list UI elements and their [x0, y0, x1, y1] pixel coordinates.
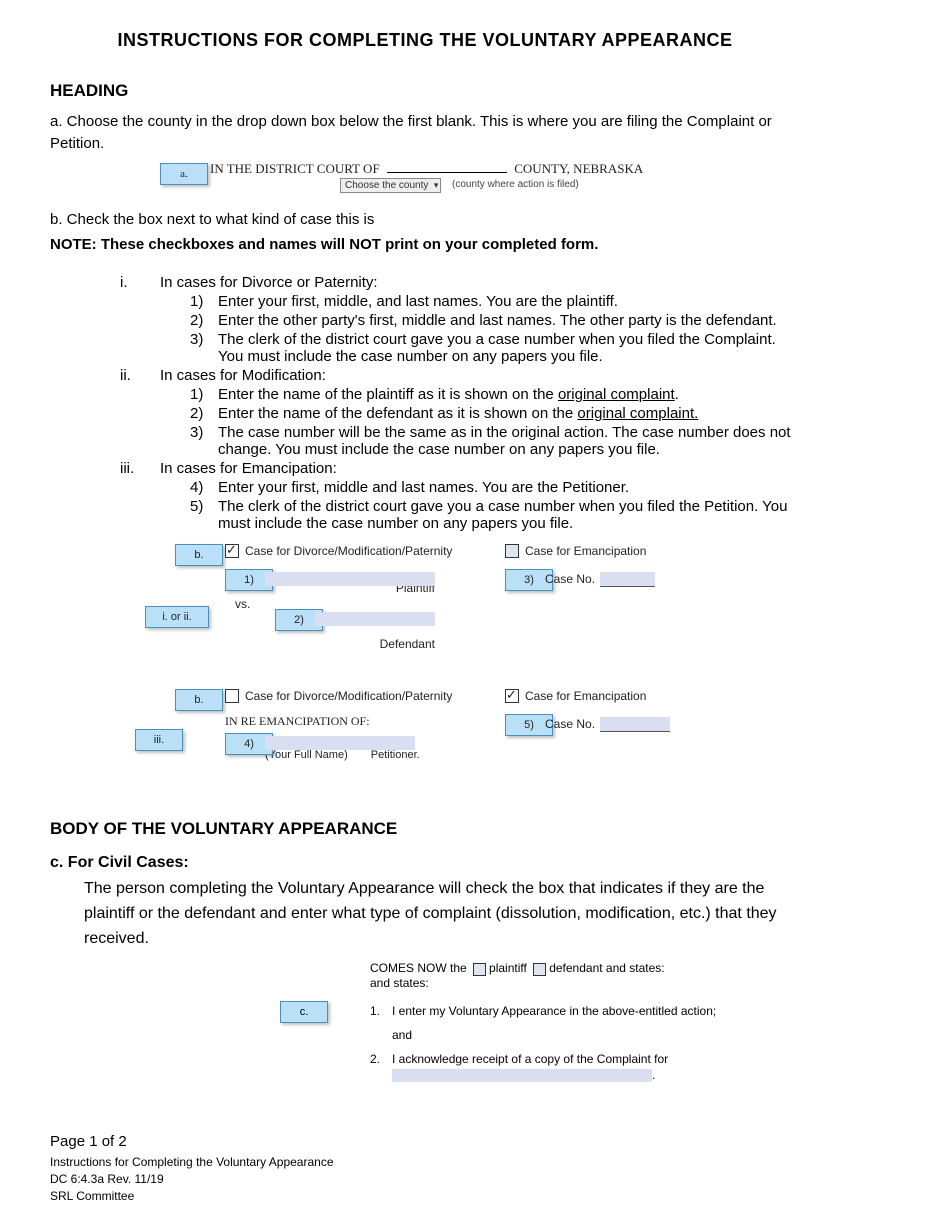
cb1-label-2: Case for Divorce/Modification/Paternity — [245, 689, 452, 703]
ii-2-t: Enter the name of the defendant as it is… — [218, 405, 800, 422]
callout-i-or-ii: i. or ii. — [145, 606, 209, 628]
callout-b-2: b. — [175, 689, 223, 711]
complaint-type-field[interactable] — [392, 1069, 652, 1082]
note-checkboxes: NOTE: These checkboxes and names will NO… — [50, 234, 800, 256]
heading-section-label: HEADING — [50, 81, 800, 101]
vs-label: vs. — [235, 597, 250, 611]
i-3-t: The clerk of the district court gave you… — [218, 331, 800, 365]
callout-c: c. — [280, 1001, 328, 1023]
ii-3-t: The case number will be the same as in t… — [218, 424, 800, 458]
page-footer: Page 1 of 2 Instructions for Completing … — [50, 1131, 800, 1204]
caseno-field-2[interactable] — [600, 717, 670, 732]
petitioner-label: Petitioner. — [371, 749, 420, 761]
instruction-b: b. Check the box next to what kind of ca… — [50, 209, 800, 231]
ii-1-t: Enter the name of the plaintiff as it is… — [218, 386, 800, 403]
figure-b-divorce: b. i. or ii. Case for Divorce/Modificati… — [145, 544, 705, 669]
c-1-n: 1. — [370, 1004, 392, 1018]
fig1-suffix: COUNTY, NEBRASKA — [514, 161, 643, 176]
page-number: Page 1 of 2 — [50, 1131, 800, 1152]
cb2-label-2: Case for Emancipation — [525, 689, 646, 703]
callout-b-1: b. — [175, 544, 223, 566]
checkbox-divorce-1[interactable] — [225, 544, 239, 558]
checkbox-plaintiff[interactable] — [473, 963, 486, 976]
iii-4-t: Enter your first, middle and last names.… — [218, 479, 800, 496]
fig1-blank — [387, 172, 507, 173]
yourname-hint: (Your Full Name) — [265, 749, 348, 761]
defendant-label: Defendant — [225, 637, 475, 651]
c-2-n: 2. — [370, 1052, 392, 1066]
caseno-label-1: Case No. — [545, 572, 595, 586]
checkbox-emancipation-2[interactable] — [505, 689, 519, 703]
c-text: The person completing the Voluntary Appe… — [84, 877, 800, 951]
plaintiff-opt: plaintiff — [489, 961, 527, 975]
roman-ii-label: ii. — [120, 367, 160, 384]
ii-2-n: 2) — [190, 405, 218, 422]
iii-5-n: 5) — [190, 498, 218, 515]
roman-i-label: i. — [120, 274, 160, 291]
fig1-hint: (county where action is filed) — [452, 179, 579, 190]
ii-1-n: 1) — [190, 386, 218, 403]
caseno-field-1[interactable] — [600, 572, 655, 587]
i-3-n: 3) — [190, 331, 218, 348]
checkbox-defendant[interactable] — [533, 963, 546, 976]
cb2-label-1: Case for Emancipation — [525, 544, 646, 558]
c-heading: c. For Civil Cases: — [50, 854, 800, 872]
ii-3-n: 3) — [190, 424, 218, 441]
figure-a-district-court: a. IN THE DISTRICT COURT OF COUNTY, NEBR… — [160, 161, 800, 197]
i-1-t: Enter your first, middle, and last names… — [218, 293, 800, 310]
iii-4-n: 4) — [190, 479, 218, 496]
c-2-t: I acknowledge receipt of a copy of the C… — [392, 1052, 668, 1066]
inre-label: IN RE EMANCIPATION OF: — [225, 714, 475, 729]
roman-ii-text: In cases for Modification: — [160, 367, 326, 384]
roman-i-text: In cases for Divorce or Paternity: — [160, 274, 378, 291]
footer-line1: Instructions for Completing the Voluntar… — [50, 1154, 800, 1171]
defendant-name-field[interactable] — [315, 612, 435, 626]
footer-line2: DC 6:4.3a Rev. 11/19 — [50, 1171, 800, 1188]
comes-now: COMES NOW the — [370, 961, 467, 975]
fig1-prefix: IN THE DISTRICT COURT OF — [210, 161, 380, 176]
figure-c-civil: c. COMES NOW the plaintiff defendant and… — [280, 961, 780, 1091]
checkbox-emancipation-1[interactable] — [505, 544, 519, 558]
petitioner-name-field[interactable] — [265, 736, 415, 750]
figure-b-emancipation: b. iii. Case for Divorce/Modification/Pa… — [145, 689, 705, 779]
caseno-label-2: Case No. — [545, 717, 595, 731]
i-2-n: 2) — [190, 312, 218, 329]
roman-iii-text: In cases for Emancipation: — [160, 460, 337, 477]
instruction-a: a. Choose the county in the drop down bo… — [50, 111, 800, 155]
c-and: and — [370, 1028, 770, 1042]
doc-title: INSTRUCTIONS FOR COMPLETING THE VOLUNTAR… — [50, 30, 800, 51]
and-states: and states: — [370, 976, 770, 990]
cb1-label-1: Case for Divorce/Modification/Paternity — [245, 544, 452, 558]
checkbox-divorce-2[interactable] — [225, 689, 239, 703]
i-1-n: 1) — [190, 293, 218, 310]
callout-iii: iii. — [135, 729, 183, 751]
callout-a: a. — [160, 163, 208, 185]
county-dropdown[interactable]: Choose the county — [340, 178, 441, 193]
c-1-t: I enter my Voluntary Appearance in the a… — [392, 1004, 716, 1018]
iii-5-t: The clerk of the district court gave you… — [218, 498, 800, 532]
i-2-t: Enter the other party's first, middle an… — [218, 312, 800, 329]
footer-line3: SRL Committee — [50, 1188, 800, 1205]
body-section-label: BODY OF THE VOLUNTARY APPEARANCE — [50, 819, 800, 839]
roman-iii-label: iii. — [120, 460, 160, 477]
plaintiff-name-field[interactable] — [265, 572, 435, 586]
defendant-opt: defendant and states: — [549, 961, 664, 975]
